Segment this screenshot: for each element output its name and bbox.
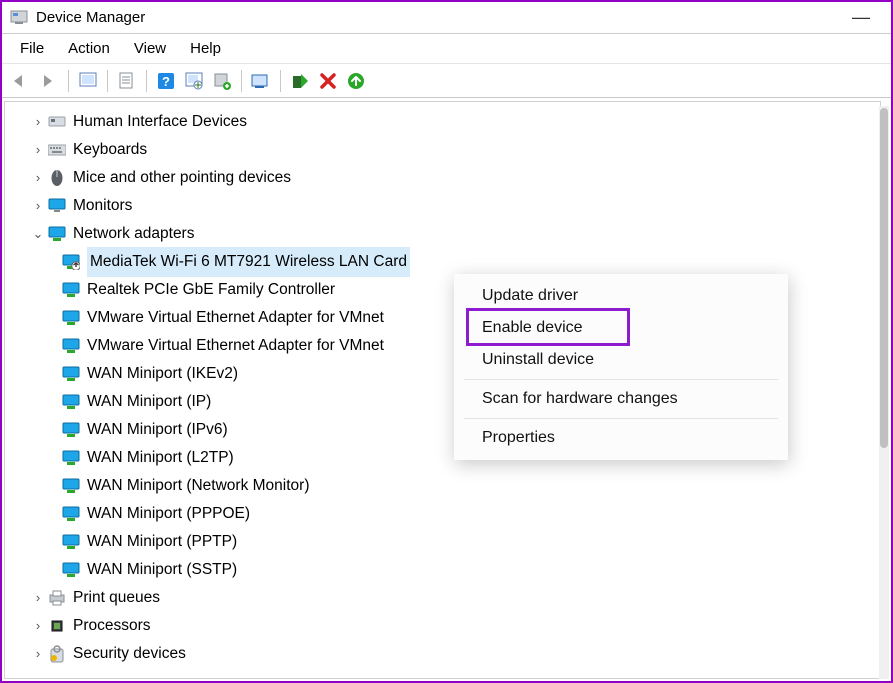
network-disabled-icon: [61, 252, 81, 272]
network-icon: [61, 336, 81, 356]
chevron-down-icon[interactable]: ⌄: [29, 220, 47, 248]
properties-button[interactable]: [114, 68, 140, 94]
network-icon: [61, 420, 81, 440]
hid-icon: [47, 112, 67, 132]
show-hidden-button[interactable]: [75, 68, 101, 94]
context-menu-item[interactable]: Scan for hardware changes: [454, 383, 788, 415]
network-icon: [61, 308, 81, 328]
disable-device-button[interactable]: [315, 68, 341, 94]
network-icon: [61, 532, 81, 552]
keyboard-icon: [47, 140, 67, 160]
svg-text:?: ?: [162, 74, 170, 89]
tree-category-label: Network adapters: [73, 220, 194, 248]
tree-category-label: Keyboards: [73, 136, 147, 164]
chevron-right-icon[interactable]: ›: [29, 164, 47, 192]
menubar: File Action View Help: [2, 34, 891, 64]
monitor-icon: [47, 196, 67, 216]
context-menu-separator: [464, 379, 778, 380]
tree-category[interactable]: › Mice and other pointing devices: [5, 164, 880, 192]
tree-device[interactable]: MediaTek Wi-Fi 6 MT7921 Wireless LAN Car…: [5, 248, 880, 276]
tree-device[interactable]: WAN Miniport (PPPOE): [5, 500, 880, 528]
back-button[interactable]: [8, 68, 34, 94]
tree-category[interactable]: › Security devices: [5, 640, 880, 668]
tree-device-label: WAN Miniport (PPTP): [87, 528, 237, 556]
tree-category-label: Processors: [73, 612, 151, 640]
tree-category-label: Security devices: [73, 640, 186, 668]
context-menu-item[interactable]: Properties: [454, 422, 788, 454]
tree-category[interactable]: › Processors: [5, 612, 880, 640]
tree-device-label: WAN Miniport (Network Monitor): [87, 472, 310, 500]
toolbar: ?: [2, 64, 891, 98]
tree-device-label: WAN Miniport (IPv6): [87, 416, 228, 444]
cpu-icon: [47, 616, 67, 636]
app-icon: [10, 9, 28, 27]
tree-device[interactable]: WAN Miniport (SSTP): [5, 556, 880, 584]
tree-device-label: VMware Virtual Ethernet Adapter for VMne…: [87, 332, 384, 360]
tree-device-label: VMware Virtual Ethernet Adapter for VMne…: [87, 304, 384, 332]
chevron-right-icon[interactable]: ›: [29, 192, 47, 220]
menu-file[interactable]: File: [8, 37, 56, 60]
tree-device-label: WAN Miniport (SSTP): [87, 556, 237, 584]
context-menu-separator: [464, 418, 778, 419]
tree-category-label: Monitors: [73, 192, 132, 220]
network-icon: [61, 504, 81, 524]
add-hardware-button[interactable]: [209, 68, 235, 94]
tree-category-label: Print queues: [73, 584, 160, 612]
network-icon: [47, 224, 67, 244]
tree-category-label: Human Interface Devices: [73, 108, 247, 136]
tree-device-label: MediaTek Wi-Fi 6 MT7921 Wireless LAN Car…: [87, 247, 410, 277]
titlebar: Device Manager —: [2, 2, 891, 34]
help-button[interactable]: ?: [153, 68, 179, 94]
network-icon: [61, 448, 81, 468]
update-driver-button[interactable]: [248, 68, 274, 94]
scrollbar-thumb[interactable]: [880, 108, 888, 448]
tree-category[interactable]: › Human Interface Devices: [5, 108, 880, 136]
window-title: Device Manager: [36, 9, 145, 26]
uninstall-device-button[interactable]: [343, 68, 369, 94]
chevron-right-icon[interactable]: ›: [29, 640, 47, 668]
printer-icon: [47, 588, 67, 608]
chevron-right-icon[interactable]: ›: [29, 108, 47, 136]
tree-device-label: WAN Miniport (PPPOE): [87, 500, 250, 528]
tree-category[interactable]: › Keyboards: [5, 136, 880, 164]
menu-help[interactable]: Help: [178, 37, 233, 60]
tree-device-label: Realtek PCIe GbE Family Controller: [87, 276, 335, 304]
tree-category-label: Mice and other pointing devices: [73, 164, 291, 192]
menu-view[interactable]: View: [122, 37, 178, 60]
vertical-scrollbar[interactable]: [879, 106, 889, 679]
tree-device[interactable]: WAN Miniport (PPTP): [5, 528, 880, 556]
chevron-right-icon[interactable]: ›: [29, 584, 47, 612]
context-menu: Update driverEnable deviceUninstall devi…: [454, 274, 788, 460]
chevron-right-icon[interactable]: ›: [29, 136, 47, 164]
network-icon: [61, 392, 81, 412]
network-icon: [61, 280, 81, 300]
tree-category[interactable]: ⌄ Network adapters: [5, 220, 880, 248]
tree-category[interactable]: › Monitors: [5, 192, 880, 220]
context-menu-item[interactable]: Uninstall device: [454, 344, 788, 376]
forward-button[interactable]: [36, 68, 62, 94]
scan-button[interactable]: [181, 68, 207, 94]
context-menu-item[interactable]: Update driver: [454, 280, 788, 312]
security-icon: [47, 644, 67, 664]
tree-device-label: WAN Miniport (IP): [87, 388, 211, 416]
context-menu-item[interactable]: Enable device: [454, 312, 788, 344]
mouse-icon: [47, 168, 67, 188]
chevron-right-icon[interactable]: ›: [29, 612, 47, 640]
minimize-button[interactable]: —: [839, 7, 883, 28]
network-icon: [61, 560, 81, 580]
network-icon: [61, 364, 81, 384]
tree-category[interactable]: › Print queues: [5, 584, 880, 612]
network-icon: [61, 476, 81, 496]
tree-device-label: WAN Miniport (IKEv2): [87, 360, 238, 388]
tree-device-label: WAN Miniport (L2TP): [87, 444, 234, 472]
enable-device-button[interactable]: [287, 68, 313, 94]
tree-device[interactable]: WAN Miniport (Network Monitor): [5, 472, 880, 500]
menu-action[interactable]: Action: [56, 37, 122, 60]
